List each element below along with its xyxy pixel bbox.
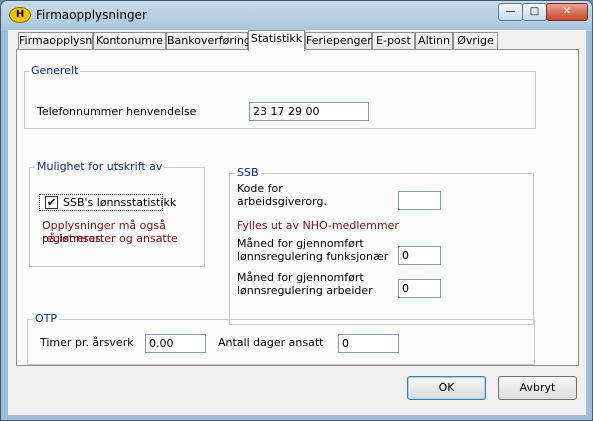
kode-label-line1: Kode for [237,182,283,195]
close-button[interactable]: ✕ [546,3,588,21]
ssb-checkbox[interactable]: ✔ [45,196,58,209]
tab-firmaopplysn[interactable]: Firmaopplysn. [18,32,96,50]
group-generelt-legend: Generelt [29,64,81,77]
maximize-icon: □ [529,6,540,17]
arb-month-field[interactable]: 0 [398,279,441,298]
cancel-button[interactable]: Avbryt [498,376,577,400]
tab-bankoverforing[interactable]: Bankoverføring [166,32,251,50]
close-icon: ✕ [562,6,572,17]
tab-statistikk[interactable]: Statistikk [248,30,305,51]
group-generelt: Generelt Telefonnummer henvendelse 23 17… [24,64,536,129]
timer-field[interactable]: 0.00 [145,334,206,353]
minimize-icon: — [505,6,516,17]
group-ssb-legend: SSB [235,166,261,179]
arb-label-line1: Måned for gjennomført [237,271,364,284]
dialog-client-area: Firmaopplysn. Kontonumre Bankoverføring … [8,30,586,415]
group-print-options: Mulighet for utskrift av ✔ SSB's lønnsst… [29,160,205,267]
title-bar[interactable]: H Firmaopplysninger — □ ✕ [1,1,592,30]
window-title: Firmaopplysninger [36,8,147,22]
tab-epost[interactable]: E-post [372,32,415,50]
group-ssb: SSB Kode for arbeidsgiverorg. Fylles ut … [229,166,534,325]
arb-label-line2: lønnsregulering arbeider [237,284,373,297]
phone-field[interactable]: 23 17 29 00 [249,102,369,121]
dager-field[interactable]: 0 [338,334,399,353]
tab-feriepenger[interactable]: Feriepenger [305,32,372,50]
funk-label-line2: lønnsregulering funksjonær [237,250,389,263]
print-note-line2: på lønnsarter og ansatte [42,232,178,245]
kode-field[interactable] [398,191,441,210]
tab-ovrige[interactable]: Øvrige [453,32,498,50]
maximize-button[interactable]: □ [522,3,547,21]
tab-kontonumre[interactable]: Kontonumre [93,32,166,50]
kode-label-line2: arbeidsgiverorg. [237,195,327,208]
tab-panel-statistikk: Generelt Telefonnummer henvendelse 23 17… [16,49,579,366]
dager-label: Antall dager ansatt [218,336,324,349]
funk-label-line1: Måned for gjennomført [237,237,364,250]
phone-label: Telefonnummer henvendelse [37,105,197,118]
funk-month-field[interactable]: 0 [398,246,441,265]
minimize-button[interactable]: — [498,3,523,21]
ssb-checkbox-label: SSB's lønnsstatistikk [63,196,177,209]
group-print-legend: Mulighet for utskrift av [35,160,165,173]
group-otp-legend: OTP [33,312,60,325]
app-logo-icon: H [9,7,31,23]
ok-button[interactable]: OK [407,376,486,400]
ssb-checkbox-row[interactable]: ✔ SSB's lønnsstatistikk [39,194,176,211]
group-otp: OTP Timer pr. årsverk 0.00 Antall dager … [27,312,535,365]
dialog-window: H Firmaopplysninger — □ ✕ Firmaopplysn. … [0,0,593,421]
timer-label: Timer pr. årsverk [40,336,134,349]
nho-note: Fylles ut av NHO-medlemmer [237,219,399,232]
tab-altinn[interactable]: Altinn [415,32,453,50]
